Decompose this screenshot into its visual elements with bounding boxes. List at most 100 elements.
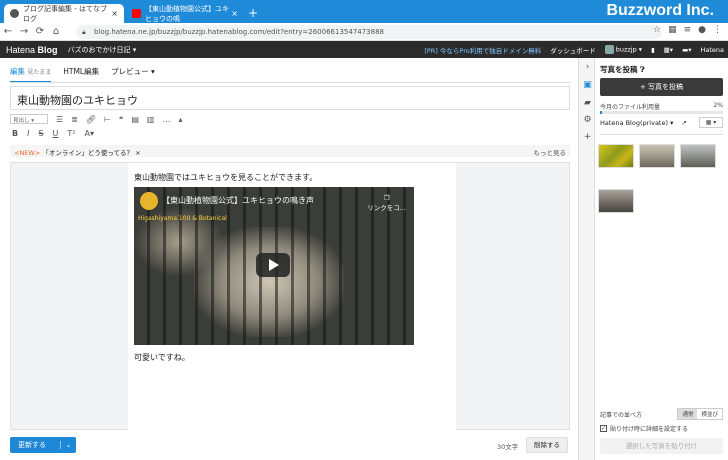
numbered-list-icon[interactable]: ≣ <box>71 115 78 124</box>
tab-label: プレビュー <box>111 67 149 76</box>
strikethrough-icon[interactable]: S <box>38 129 43 138</box>
bullet-list-icon[interactable]: ☰ <box>56 115 63 124</box>
photo-icon[interactable]: ▣ <box>582 80 593 90</box>
logo-prefix: Hatena <box>6 44 36 55</box>
bookmark-star-icon[interactable]: ☆ <box>653 25 661 35</box>
apps-grid-icon[interactable]: ▦▾ <box>664 46 673 54</box>
user-name: buzzjp <box>615 45 637 54</box>
video-side-text: Higashiyama 100 & Botanical <box>138 215 227 222</box>
paragraph[interactable]: 東山動物園ではユキヒョウを見ることができます。 <box>134 172 317 183</box>
video-title[interactable]: 【東山動植物園公式】ユキヒョウの鳴き声 <box>162 195 314 206</box>
news-tag: <NEW> <box>14 149 41 157</box>
superscript-icon[interactable]: T² <box>67 129 75 138</box>
collapse-icon[interactable]: ▴ <box>178 115 182 124</box>
add-icon[interactable]: + <box>582 132 593 142</box>
play-button[interactable] <box>256 253 290 277</box>
embedded-video[interactable]: 【東山動植物園公式】ユキヒョウの鳴き声 ❐ リンクをコ... Higashiya… <box>134 187 414 345</box>
forward-icon[interactable]: → <box>16 26 32 37</box>
news-text: 「オンライン」どう使ってる？ × <box>42 149 141 157</box>
quote-icon[interactable]: ❝ <box>119 115 123 124</box>
tab-preview[interactable]: プレビュー ▾ <box>111 66 155 83</box>
extension-icon[interactable]: ▦ <box>668 25 677 35</box>
menu-icon[interactable]: ⋮ <box>713 25 722 35</box>
usage-row: 今月のファイル利用量 2% <box>600 102 723 111</box>
table-icon[interactable]: ▤ <box>131 115 139 124</box>
address-bar: ← → ⟳ ⌂ 🔒︎ blog.hatena.ne.jp/buzzjp/buzz… <box>0 23 728 41</box>
new-tab-button[interactable]: + <box>248 6 258 20</box>
detail-checkbox[interactable]: ✓ <box>600 425 607 432</box>
text-color-icon[interactable]: A▾ <box>85 129 95 138</box>
browser-tabstrip: ブログ記事編集 - はてなブログ × 【東山動植物園公式】ユキヒョウの鳴 × +… <box>0 0 728 23</box>
sort-normal-option[interactable]: 通常 <box>678 409 698 419</box>
hatena-link[interactable]: Hatena <box>700 46 724 54</box>
more-tools-icon[interactable]: … <box>162 115 170 124</box>
heading-select[interactable]: 見出し ▾ <box>10 114 48 124</box>
album-name: Hatena Blog(private) <box>600 119 669 127</box>
code-icon[interactable]: ▥ <box>147 115 155 124</box>
delete-button[interactable]: 削除する <box>526 437 568 453</box>
detail-checkbox-label: 貼り付け時に詳細を設定する <box>610 426 689 433</box>
panel-title-text: 写真を投稿 <box>600 65 638 74</box>
link-icon[interactable]: 🔗︎ <box>86 115 96 124</box>
youtube-favicon-icon <box>132 9 141 18</box>
dashboard-link[interactable]: ダッシュボード <box>550 45 596 55</box>
tab-blog-editor[interactable]: ブログ記事編集 - はてなブログ × <box>4 4 124 23</box>
help-icon[interactable]: ❓︎ <box>640 65 645 74</box>
post-photo-button[interactable]: + 写真を投稿 <box>600 78 723 96</box>
news-more-link[interactable]: もっと見る <box>534 147 567 157</box>
editor-mode-tabs: 編集 見たまま HTML編集 プレビュー ▾ <box>10 66 155 83</box>
paragraph[interactable]: 可愛いですね。 <box>134 352 190 363</box>
sort-toggle: 通常 横並び <box>677 408 723 420</box>
paste-photo-button[interactable]: 選択した写真を貼り付け <box>600 438 723 454</box>
photo-thumbnail[interactable] <box>639 144 675 168</box>
copy-link-button[interactable]: ❐ リンクをコ... <box>367 194 406 212</box>
home-icon[interactable]: ⌂ <box>48 26 64 37</box>
close-icon[interactable]: × <box>111 9 118 18</box>
folder-icon[interactable]: ▰ <box>582 98 593 108</box>
close-icon[interactable]: × <box>231 9 238 18</box>
update-button[interactable]: 更新する ⌄ <box>10 437 76 453</box>
divider <box>600 134 723 135</box>
tab-wysiwyg[interactable]: 編集 見たまま <box>10 66 52 83</box>
news-banner[interactable]: <NEW> 「オンライン」どう使ってる？ × もっと見る <box>10 145 570 157</box>
chevron-down-icon[interactable]: ⌄ <box>60 441 76 449</box>
user-menu[interactable]: buzzjp ▾ <box>604 45 642 54</box>
photo-thumbnail[interactable] <box>598 189 634 213</box>
editor-body[interactable]: 東山動物園ではユキヒョウを見ることができます。 【東山動植物園公式】ユキヒョウの… <box>128 163 456 431</box>
usage-label: 今月のファイル利用量 <box>600 104 661 111</box>
gear-icon[interactable]: ⚙ <box>582 115 593 125</box>
sort-side-option[interactable]: 横並び <box>697 409 722 419</box>
horizontal-rule-icon[interactable]: ⊢ <box>104 115 111 124</box>
format-toolbar: 見出し ▾ ☰ ≣ 🔗︎ ⊢ ❝ ▤ ▥ … ▴ <box>10 114 182 124</box>
underline-icon[interactable]: U <box>53 129 59 138</box>
grid-view-button[interactable]: ▦ ▾ <box>699 117 723 128</box>
album-select[interactable]: Hatena Blog(private) ▾ ↗ <box>600 119 687 127</box>
bold-icon[interactable]: B <box>12 129 18 138</box>
tab-label: HTML編集 <box>63 67 100 76</box>
collapse-panel-icon[interactable]: › <box>582 62 593 72</box>
italic-icon[interactable]: I <box>27 129 29 138</box>
tab-html-edit[interactable]: HTML編集 <box>63 66 99 83</box>
blog-name-menu[interactable]: バズのおでかけ日記 ▾ <box>68 45 137 55</box>
hatena-header: Hatena Blog バズのおでかけ日記 ▾ [PR] 今ならPro利用で独自… <box>0 41 728 58</box>
bookmark-icon[interactable]: ▮ <box>651 46 655 54</box>
back-icon[interactable]: ← <box>0 26 16 37</box>
profile-icon[interactable]: ● <box>698 25 706 35</box>
article-title-input[interactable]: 東山動物園のユキヒョウ <box>10 86 570 110</box>
url-field[interactable]: 🔒︎ blog.hatena.ne.jp/buzzjp/buzzjp.haten… <box>76 25 662 39</box>
external-link-icon[interactable]: ↗ <box>681 119 686 127</box>
photo-thumbnail[interactable] <box>598 144 634 168</box>
reload-icon[interactable]: ⟳ <box>32 26 48 37</box>
promo-link[interactable]: [PR] 今ならPro利用で独自ドメイン無料 <box>424 45 541 55</box>
photo-thumbnail[interactable] <box>680 144 716 168</box>
reading-list-icon[interactable]: ≡ <box>684 25 692 35</box>
hatena-blog-logo[interactable]: Hatena Blog <box>6 45 58 55</box>
tab-label: 編集 <box>10 67 25 76</box>
notification-icon[interactable]: ▬▾ <box>682 46 691 54</box>
sort-row: 記事での並べ方 通常 横並び <box>600 408 723 420</box>
copy-label: リンクをコ... <box>367 204 406 212</box>
char-count: 30文字 <box>497 443 519 451</box>
tab-youtube-video[interactable]: 【東山動植物園公式】ユキヒョウの鳴 × <box>126 4 244 23</box>
browser-actions: ☆ ▦ ≡ ● ⋮ <box>653 25 722 35</box>
hatena-favicon-icon <box>10 9 19 18</box>
